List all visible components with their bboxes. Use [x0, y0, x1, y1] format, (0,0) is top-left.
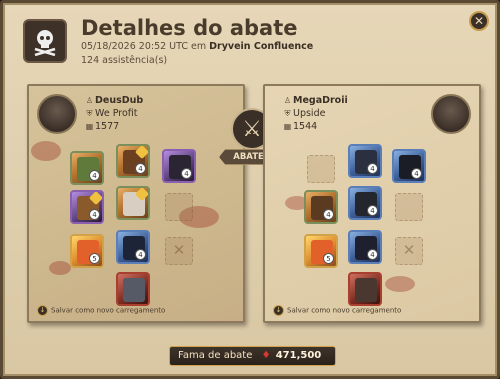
killer-item-power: 1577 [95, 121, 120, 132]
slot-level: 4 [89, 170, 100, 181]
slot-level: 4 [367, 205, 378, 216]
equip-slot-head[interactable]: 4 [116, 144, 150, 178]
victim-info: ♙ MegaDroii ⛨ Upside ▦ 1544 [283, 94, 348, 133]
save-icon: ↓ [273, 305, 284, 316]
slot-level: 4 [367, 163, 378, 174]
equip-slot-food: ✕ [162, 234, 196, 268]
assist-count: 124 assistência(s) [81, 55, 168, 66]
fork-knife-icon: ✕ [402, 241, 416, 259]
victim-header: ♙ MegaDroii ⛨ Upside ▦ 1544 [273, 94, 473, 136]
offhand-icon [165, 193, 193, 221]
save-loadout-label: Salvar como novo carregamento [287, 306, 402, 315]
equip-slot-off-hand [392, 190, 426, 224]
item-power-icon: ▦ [85, 122, 94, 131]
slot-level: 4 [411, 168, 422, 179]
kill-datetime: 05/18/2026 20:52 UTC em [81, 41, 207, 52]
slot-level: 4 [135, 249, 146, 260]
equip-slot-cape[interactable]: 4 [392, 149, 426, 183]
slot-level: 4 [323, 209, 334, 220]
guild-icon: ⛨ [284, 109, 291, 118]
blood-stain [49, 261, 71, 275]
equip-slot-food: ✕ [392, 234, 426, 268]
equip-slot-potion[interactable]: 5 [70, 234, 104, 268]
equip-slot-shoes[interactable]: 4 [116, 230, 150, 264]
slot-level: 4 [181, 168, 192, 179]
equip-slot-chest[interactable]: 4 [348, 186, 382, 220]
kill-timestamp-location: 05/18/2026 20:52 UTC em Dryvein Confluen… [81, 41, 313, 52]
player-icon: ♙ [283, 96, 292, 105]
killer-save-loadout[interactable]: ↓ Salvar como novo carregamento [37, 305, 165, 316]
save-icon: ↓ [37, 305, 48, 316]
skull-crossbones-icon [23, 19, 67, 63]
equip-slot-bag [304, 152, 338, 186]
slot-level: 5 [323, 253, 334, 264]
close-icon: ✕ [473, 14, 485, 28]
item-power-icon: ▦ [283, 122, 292, 131]
fork-knife-icon: ✕ [172, 241, 186, 259]
victim-item-power: 1544 [293, 121, 318, 132]
equip-slot-mount[interactable] [348, 272, 382, 306]
killer-name[interactable]: DeusDub [95, 95, 143, 106]
equip-slot-chest[interactable] [116, 186, 150, 220]
mount-icon [355, 278, 377, 302]
fame-value: 471,500 [275, 350, 322, 361]
slot-level: 4 [367, 249, 378, 260]
equip-slot-main-hand[interactable]: 4 [304, 190, 338, 224]
close-button[interactable]: ✕ [469, 11, 489, 31]
slot-level: 5 [89, 253, 100, 264]
offhand-icon [395, 193, 423, 221]
victim-guild[interactable]: Upside [293, 108, 325, 119]
mount-icon [123, 278, 145, 302]
victim-panel: ♙ MegaDroii ⛨ Upside ▦ 1544 4 4 4 4 5 4 … [263, 84, 481, 323]
equip-slot-head[interactable]: 4 [348, 144, 382, 178]
killer-avatar[interactable] [37, 94, 77, 134]
equip-slot-shoes[interactable]: 4 [348, 230, 382, 264]
bag-icon [307, 155, 335, 183]
guild-icon: ⛨ [86, 109, 93, 118]
killer-guild[interactable]: We Profit [95, 108, 137, 119]
equip-slot-bag[interactable]: 4 [70, 151, 104, 185]
equip-slot-potion[interactable]: 5 [304, 234, 338, 268]
equip-slot-main-hand[interactable]: 4 [70, 190, 104, 224]
victim-name[interactable]: MegaDroii [293, 95, 348, 106]
kill-fame-bar: Fama de abate ♦ 471,500 [169, 346, 336, 366]
save-loadout-label: Salvar como novo carregamento [51, 306, 166, 315]
kill-details-window: Detalhes do abate 05/18/2026 20:52 UTC e… [0, 0, 500, 379]
killer-panel: ♙ DeusDub ⛨ We Profit ▦ 1577 4 4 4 4 5 4… [27, 84, 245, 323]
kill-location: Dryvein Confluence [209, 41, 314, 52]
fame-gem-icon: ♦ [261, 350, 271, 361]
blood-stain [31, 141, 61, 161]
killer-info: ♙ DeusDub ⛨ We Profit ▦ 1577 [85, 94, 143, 133]
equip-slot-off-hand [162, 190, 196, 224]
page-title: Detalhes do abate [81, 16, 298, 40]
blood-stain [385, 276, 415, 292]
victim-avatar[interactable] [431, 94, 471, 134]
skull-icon [34, 30, 56, 56]
victim-save-loadout[interactable]: ↓ Salvar como novo carregamento [273, 305, 401, 316]
player-icon: ♙ [85, 96, 94, 105]
fame-label: Fama de abate [178, 350, 253, 361]
slot-level: 4 [89, 209, 100, 220]
slot-level: 4 [135, 163, 146, 174]
equip-slot-cape[interactable]: 4 [162, 149, 196, 183]
equip-slot-mount[interactable] [116, 272, 150, 306]
